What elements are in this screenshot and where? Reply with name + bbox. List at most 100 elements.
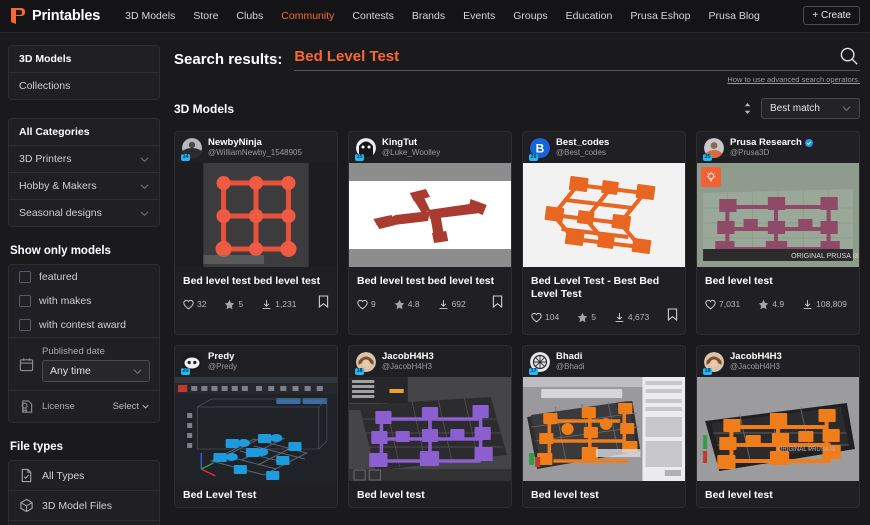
thumbnail-image xyxy=(175,163,337,267)
nav-link-store[interactable]: Store xyxy=(184,4,227,28)
category-item-hobby-makers[interactable]: Hobby & Makers xyxy=(9,173,159,200)
model-title[interactable]: Bed level test bed level test xyxy=(349,267,511,293)
nav-link-3d-models[interactable]: 3D Models xyxy=(116,4,184,28)
nav-link-contests[interactable]: Contests xyxy=(343,4,402,28)
nav-link-education[interactable]: Education xyxy=(557,4,622,28)
card-author[interactable]: 25 Prusa Research @Prusa3D xyxy=(697,132,859,163)
nav-link-prusa-eshop[interactable]: Prusa Eshop xyxy=(621,4,699,28)
model-title[interactable]: Bed level test xyxy=(349,481,511,507)
categories-header-label: All Categories xyxy=(19,126,90,138)
checkbox-row-with-makes[interactable]: with makes xyxy=(9,289,159,313)
avatar[interactable]: 25 xyxy=(703,137,724,161)
model-thumbnail[interactable] xyxy=(523,163,685,267)
checkbox-featured[interactable] xyxy=(19,271,31,283)
bookmark-button[interactable] xyxy=(318,295,329,313)
downloads-stat: 108,809 xyxy=(802,299,847,310)
model-title[interactable]: Bed level test bed level test xyxy=(175,267,337,293)
sort-select[interactable]: Best match xyxy=(760,98,860,119)
thumbnail-image xyxy=(349,163,511,267)
author-handle: @Bhadi xyxy=(556,362,585,371)
sort-controls: Best match xyxy=(742,98,860,119)
category-item-seasonal-designs[interactable]: Seasonal designs xyxy=(9,200,159,226)
sidebar-item-collections[interactable]: Collections xyxy=(9,73,159,99)
avatar[interactable]: 18 xyxy=(703,351,724,375)
card-author[interactable]: 17 Bhadi @Bhadi xyxy=(523,346,685,377)
card-author[interactable]: 15 KingTut @Luke_Woolley xyxy=(349,132,511,163)
model-card[interactable]: B 29 Best_codes @Best_codes Bed Level Te… xyxy=(522,131,686,335)
checkbox-with-makes[interactable] xyxy=(19,295,31,307)
nav-link-community[interactable]: Community xyxy=(272,4,343,28)
likes-count: 7,031 xyxy=(719,299,741,309)
model-card[interactable]: 17 Bhadi @Bhadi Bed level test xyxy=(522,345,686,508)
card-author[interactable]: 18 JacobH4H3 @JacobH4H3 xyxy=(349,346,511,377)
card-author[interactable]: 14 NewbyNinja @WilliamNewby_1548905 xyxy=(175,132,337,163)
model-thumbnail[interactable] xyxy=(175,377,337,481)
nav-link-events[interactable]: Events xyxy=(454,4,504,28)
model-card[interactable]: 18 JacobH4H3 @JacobH4H3 xyxy=(348,345,512,508)
bookmark-button[interactable] xyxy=(667,308,678,326)
checkbox-with-contest-award[interactable] xyxy=(19,319,31,331)
checkbox-row-featured[interactable]: featured xyxy=(9,265,159,289)
advanced-search-hint-link[interactable]: How to use advanced search operators. xyxy=(174,75,860,84)
card-author[interactable]: B 29 Best_codes @Best_codes xyxy=(523,132,685,163)
category-item-3d-printers[interactable]: 3D Printers xyxy=(9,146,159,173)
model-thumbnail[interactable]: ORIGINAL PRUSA i3 xyxy=(697,163,859,267)
model-card[interactable]: 15 KingTut @Luke_Woolley Bed level test … xyxy=(348,131,512,335)
file-type-all-types[interactable]: All Types xyxy=(9,461,159,491)
avatar[interactable]: 14 xyxy=(181,137,202,161)
author-name-text: Prusa Research xyxy=(730,137,802,148)
model-card[interactable]: 14 NewbyNinja @WilliamNewby_1548905 Bed … xyxy=(174,131,338,335)
brand-logo-link[interactable]: Printables xyxy=(10,7,100,25)
downloads-stat: 692 xyxy=(438,299,466,310)
model-thumbnail[interactable]: ORIGINAL PRUSA i3 xyxy=(697,377,859,481)
model-title[interactable]: Bed Level Test xyxy=(175,481,337,507)
rating-stat: 4.8 xyxy=(394,299,420,310)
avatar[interactable]: 17 xyxy=(529,351,550,375)
card-author[interactable]: 20 Predy @Predy xyxy=(175,346,337,377)
nav-link-clubs[interactable]: Clubs xyxy=(227,4,272,28)
avatar[interactable]: 20 xyxy=(181,351,202,375)
published-date-filter[interactable]: Published date Any time xyxy=(9,338,159,390)
avatar[interactable]: B 29 xyxy=(529,137,550,161)
model-card[interactable]: 18 JacobH4H3 @JacobH4H3 xyxy=(696,345,860,508)
bookmark-button[interactable] xyxy=(492,295,503,313)
categories-header[interactable]: All Categories xyxy=(9,119,159,146)
model-thumbnail[interactable] xyxy=(349,163,511,267)
model-title[interactable]: Bed Level Test - Best Bed Level Test xyxy=(523,267,685,306)
rating-value: 4.9 xyxy=(772,299,785,309)
heart-icon xyxy=(531,312,542,322)
model-card[interactable]: 20 Predy @Predy Bed Level Test xyxy=(174,345,338,508)
file-type-gcode-print-files[interactable]: G-code Print Files xyxy=(9,521,159,525)
checkbox-row-with-contest-award[interactable]: with contest award xyxy=(9,313,159,337)
create-button[interactable]: + Create xyxy=(803,6,860,25)
sidebar-item-3d-models[interactable]: 3D Models xyxy=(9,46,159,73)
published-date-select[interactable]: Any time xyxy=(42,360,150,382)
nav-link-groups[interactable]: Groups xyxy=(504,4,556,28)
model-card[interactable]: 25 Prusa Research @Prusa3D ORIGINAL PRUS… xyxy=(696,131,860,335)
file-type-3d-model-files[interactable]: 3D Model Files xyxy=(9,491,159,521)
avatar[interactable]: 18 xyxy=(355,351,376,375)
card-author[interactable]: 18 JacobH4H3 @JacobH4H3 xyxy=(697,346,859,377)
level-badge: 17 xyxy=(529,367,538,375)
model-thumbnail[interactable] xyxy=(523,377,685,481)
search-icon[interactable] xyxy=(838,45,860,67)
avatar[interactable]: 15 xyxy=(355,137,376,161)
model-thumbnail[interactable] xyxy=(175,163,337,267)
rating-value: 5 xyxy=(591,312,596,322)
model-title[interactable]: Bed level test xyxy=(697,267,859,293)
model-title[interactable]: Bed level test xyxy=(523,481,685,507)
sidebar-item-label: Collections xyxy=(19,80,71,92)
nav-link-brands[interactable]: Brands xyxy=(403,4,454,28)
nav-link-prusa-blog[interactable]: Prusa Blog xyxy=(699,4,768,28)
thumbnail-image: ORIGINAL PRUSA i3 xyxy=(697,163,859,267)
sort-icon[interactable] xyxy=(742,102,753,115)
downloads-stat: 1,231 xyxy=(261,299,296,310)
model-thumbnail[interactable] xyxy=(349,377,511,481)
results-title: 3D Models xyxy=(174,101,235,116)
file-check-icon xyxy=(21,468,32,483)
model-title[interactable]: Bed level test xyxy=(697,481,859,507)
downloads-count: 4,673 xyxy=(627,312,650,322)
license-select[interactable]: Select xyxy=(113,401,149,412)
license-filter[interactable]: License Select xyxy=(9,391,159,422)
search-input[interactable]: Bed Level Test xyxy=(294,45,860,71)
